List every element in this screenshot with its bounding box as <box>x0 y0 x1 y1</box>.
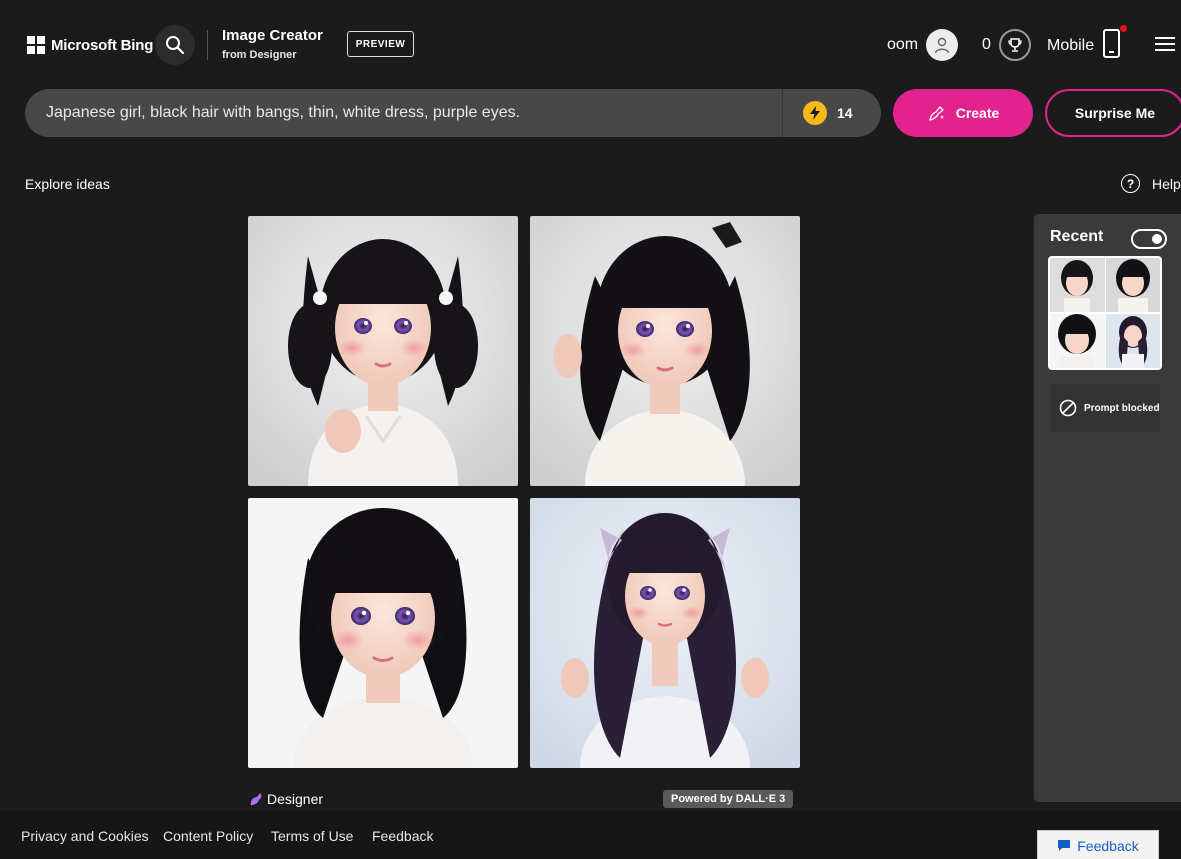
explore-ideas-link[interactable]: Explore ideas <box>25 176 110 192</box>
content-policy-link[interactable]: Content Policy <box>163 828 253 844</box>
powered-by-badge: Powered by DALL·E 3 <box>663 790 794 808</box>
recent-toggle[interactable] <box>1131 229 1167 249</box>
create-label: Create <box>955 105 1000 121</box>
help-link[interactable]: ? Help <box>1121 174 1181 193</box>
help-label: Help <box>1152 175 1181 192</box>
privacy-link[interactable]: Privacy and Cookies <box>21 828 149 844</box>
feedback-button[interactable]: Feedback <box>1037 830 1159 859</box>
designer-label: Designer <box>267 791 324 807</box>
header-divider <box>207 30 208 60</box>
help-icon: ? <box>1121 174 1140 193</box>
prompt-blocked-item[interactable]: Prompt blocked <box>1050 384 1160 432</box>
chat-icon <box>1058 840 1071 851</box>
recent-thumbnail-grid[interactable] <box>1048 256 1162 370</box>
create-button[interactable]: Create <box>893 89 1033 137</box>
generated-image-1[interactable] <box>248 216 518 486</box>
lightning-icon <box>803 101 827 125</box>
avatar[interactable] <box>926 29 958 61</box>
feedback-link[interactable]: Feedback <box>372 828 433 844</box>
prompt-bar: 14 <box>25 89 881 137</box>
brush-sparkle-icon <box>929 106 944 121</box>
designer-logo-icon <box>250 793 262 806</box>
blocked-icon <box>1059 399 1077 417</box>
prompt-input[interactable] <box>25 89 782 137</box>
phone-icon[interactable] <box>1103 29 1120 58</box>
windows-logo-icon <box>27 36 45 54</box>
user-name[interactable]: oom <box>887 36 918 54</box>
menu-icon[interactable] <box>1155 37 1175 51</box>
designer-brand[interactable]: Designer <box>248 791 323 807</box>
generated-image-4[interactable] <box>530 498 800 768</box>
notification-dot <box>1120 25 1127 32</box>
surprise-me-button[interactable]: Surprise Me <box>1045 89 1181 137</box>
app-title[interactable]: Image Creator <box>222 27 323 44</box>
search-button[interactable] <box>155 25 195 65</box>
recent-thumb-1 <box>1050 258 1105 312</box>
generated-image-2[interactable] <box>530 216 800 486</box>
boost-count: 14 <box>837 105 853 121</box>
generated-image-3[interactable] <box>248 498 518 768</box>
search-icon <box>166 36 185 55</box>
rewards-button[interactable] <box>999 29 1031 61</box>
brand-name: Microsoft Bing <box>51 36 154 54</box>
recent-thumb-3 <box>1050 313 1105 368</box>
terms-link[interactable]: Terms of Use <box>271 828 353 844</box>
boost-counter[interactable]: 14 <box>783 101 853 125</box>
recent-thumb-2 <box>1106 258 1160 312</box>
bing-logo-link[interactable]: Microsoft Bing <box>27 36 153 54</box>
app-subtitle: from Designer <box>222 49 297 61</box>
blocked-label: Prompt blocked <box>1084 402 1160 414</box>
feedback-button-label: Feedback <box>1077 838 1139 854</box>
recent-thumb-4 <box>1106 313 1160 368</box>
user-icon <box>934 37 950 54</box>
recent-title: Recent <box>1050 228 1104 245</box>
trophy-icon <box>1008 38 1022 52</box>
mobile-link[interactable]: Mobile <box>1047 37 1094 55</box>
rewards-count[interactable]: 0 <box>982 36 991 54</box>
preview-badge: PREVIEW <box>347 31 414 57</box>
